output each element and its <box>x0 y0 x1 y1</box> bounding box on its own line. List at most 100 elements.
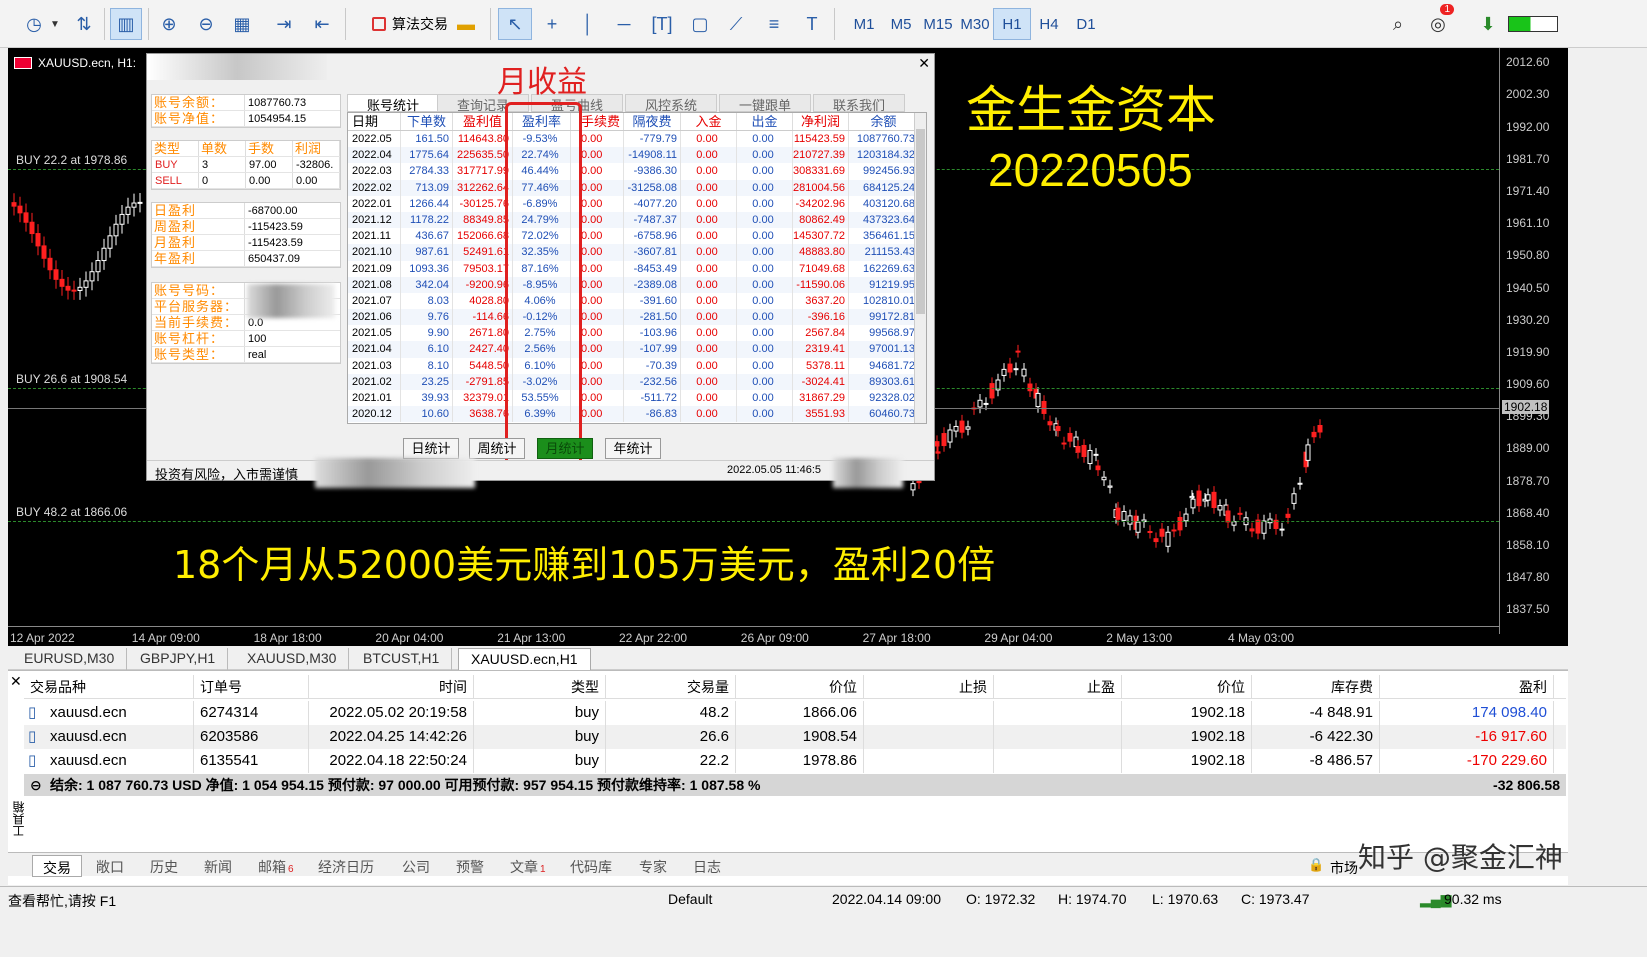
terminal-col[interactable]: 止损 <box>864 675 994 698</box>
table-cell: 2021.06 <box>348 309 401 326</box>
candle <box>953 420 959 438</box>
timeframe-h4[interactable]: H4 <box>1030 8 1068 40</box>
terminal-tab[interactable]: 公司 <box>392 855 440 877</box>
period-button[interactable]: 月统计 <box>537 438 593 459</box>
terminal-col[interactable]: 交易品种 <box>24 675 194 698</box>
panel-tab[interactable]: 一键跟单 <box>719 94 811 113</box>
vertical-line-icon[interactable]: │ <box>574 8 602 40</box>
timeframe-d1[interactable]: D1 <box>1067 8 1105 40</box>
terminal-col[interactable]: 价位 <box>736 675 864 698</box>
price-tick: 1868.40 <box>1506 505 1550 520</box>
terminal-tab[interactable]: 日志 <box>683 855 731 877</box>
collapse-icon[interactable]: ⊖ <box>30 774 42 796</box>
time-axis[interactable]: 12 Apr 2022 14 Apr 09:00 18 Apr 18:00 20 Ap… <box>8 626 1499 646</box>
grid-icon[interactable]: ▦ <box>228 8 256 40</box>
terminal-col[interactable]: 止盈 <box>994 675 1122 698</box>
redacted-footer <box>315 458 475 488</box>
account-summary-row[interactable]: ⊖ 结余: 1 087 760.73 USD 净值: 1 054 954.15 … <box>24 774 1566 796</box>
terminal-tab[interactable]: 邮箱 6 <box>248 855 304 877</box>
symbol-tab[interactable]: EURUSD,M30 <box>12 648 128 670</box>
table-cell: 2022.05 <box>348 131 401 148</box>
table-scrollbar[interactable] <box>914 113 926 423</box>
terminal-col[interactable]: 订单号 <box>194 675 309 698</box>
buy-order-line[interactable] <box>8 521 1499 523</box>
timeframe-m5[interactable]: M5 <box>882 8 920 40</box>
order-row[interactable]: xauusd.ecn 6135541 2022.04.18 22:50:24 buy 2… <box>24 749 1566 773</box>
market-label[interactable]: 市场 <box>1330 858 1358 878</box>
timeframe-m15[interactable]: M15 <box>919 8 957 40</box>
table-cell: 0.00 <box>571 228 624 245</box>
table-cell: 71049.68 <box>793 260 849 277</box>
timeframe-m30[interactable]: M30 <box>956 8 994 40</box>
summary-value: -68700.00 <box>248 205 298 217</box>
algo-trading-label: 算法交易 <box>392 16 448 32</box>
terminal-col[interactable]: 交易量 <box>606 675 736 698</box>
price-tick: 1961.10 <box>1506 216 1550 231</box>
text-icon[interactable]: T <box>798 8 826 40</box>
panel-tab[interactable]: 风控系统 <box>625 94 717 113</box>
bar-chart-icon[interactable]: ▥ <box>110 8 142 40</box>
folder-icon[interactable]: ▬ <box>452 8 480 40</box>
order-row[interactable]: xauusd.ecn 6274314 2022.05.02 20:19:58 buy 4… <box>24 701 1566 725</box>
terminal-col[interactable]: 类型 <box>474 675 606 698</box>
table-cell: 0.00 <box>681 292 737 310</box>
one-click-trading-icon[interactable]: ⇅ <box>70 8 98 40</box>
clock-icon[interactable]: ◷ <box>20 8 48 40</box>
terminal-tab[interactable]: 专家 <box>629 855 677 877</box>
table-cell: 0.00 <box>571 211 624 229</box>
zoom-out-icon[interactable]: ⊖ <box>192 8 220 40</box>
timeframe-h1[interactable]: H1 <box>993 8 1031 40</box>
horizontal-line-icon[interactable]: ─ <box>610 8 638 40</box>
close-icon[interactable]: ✕ <box>10 673 22 690</box>
close-icon[interactable]: ✕ <box>918 55 930 72</box>
terminal-col[interactable]: 盈利 <box>1380 675 1554 698</box>
price-tick: 1919.90 <box>1506 344 1550 359</box>
notification-icon[interactable]: ◎ 1 <box>1424 4 1454 40</box>
summary-value: 1054954.15 <box>248 113 307 125</box>
panel-tab[interactable]: 账号统计 <box>347 94 439 113</box>
chart-shift-icon[interactable]: ⇤ <box>306 8 338 40</box>
symbol-tab[interactable]: XAUUSD,M30 <box>235 648 350 670</box>
terminal-tab[interactable]: 经济日历 <box>308 855 384 877</box>
channel-icon[interactable]: ≡ <box>760 8 788 40</box>
cursor-icon[interactable]: ↖ <box>498 8 532 40</box>
panel-tab[interactable]: 联系我们 <box>813 94 905 113</box>
price-axis[interactable]: 2012.60 2002.30 1992.00 1981.70 1971.40 1961.… <box>1499 48 1568 634</box>
price-tick: 1837.50 <box>1506 602 1550 617</box>
search-icon[interactable]: ⌕ <box>1384 8 1412 40</box>
terminal-col[interactable]: 库存费 <box>1252 675 1380 698</box>
auto-scroll-icon[interactable]: ⇥ <box>268 8 300 40</box>
zoom-in-icon[interactable]: ⊕ <box>155 8 183 40</box>
tab-badge: 6 <box>288 864 294 875</box>
terminal-tab[interactable]: 文章 1 <box>500 855 556 877</box>
text-box-icon[interactable]: [T] <box>648 8 676 40</box>
table-cell: 60460.73 <box>849 406 919 423</box>
candle <box>1153 532 1159 548</box>
period-button[interactable]: 年统计 <box>605 438 661 459</box>
profile-name[interactable]: Default <box>668 891 712 907</box>
algo-trading-button[interactable]: 算法交易 <box>372 8 448 40</box>
timeframe-m1[interactable]: M1 <box>845 8 883 40</box>
signal-level-icon[interactable]: ⬇ <box>1474 8 1502 40</box>
terminal-tab[interactable]: 敞口 <box>86 855 134 877</box>
connection-bar-icon[interactable] <box>1505 8 1560 40</box>
symbol-tab[interactable]: GBPJPY,H1 <box>128 648 229 670</box>
fibonacci-icon[interactable]: ⟋ <box>722 8 750 40</box>
terminal-col[interactable]: 价位 <box>1122 675 1252 698</box>
crosshair-icon[interactable]: + <box>538 8 566 40</box>
symbol-tab[interactable]: XAUUSD.ecn,H1 <box>458 648 591 670</box>
period-button[interactable]: 周统计 <box>469 438 525 459</box>
terminal-tab[interactable]: 交易 <box>32 855 82 877</box>
period-button[interactable]: 日统计 <box>403 438 459 459</box>
order-row[interactable]: xauusd.ecn 6203586 2022.04.25 14:42:26 buy 2… <box>24 725 1566 749</box>
terminal-tab[interactable]: 代码库 <box>560 855 622 877</box>
candle <box>1067 427 1073 448</box>
terminal-tab[interactable]: 新闻 <box>194 855 242 877</box>
rectangle-icon[interactable]: ▢ <box>686 8 714 40</box>
terminal-col[interactable]: 时间 <box>309 675 474 698</box>
terminal-tab[interactable]: 预警 <box>446 855 494 877</box>
symbol-tab[interactable]: BTCUST,H1 <box>351 648 453 670</box>
terminal-tab[interactable]: 历史 <box>140 855 188 877</box>
stop-square-icon <box>372 17 386 31</box>
chevron-down-icon[interactable]: ▼ <box>48 8 62 40</box>
